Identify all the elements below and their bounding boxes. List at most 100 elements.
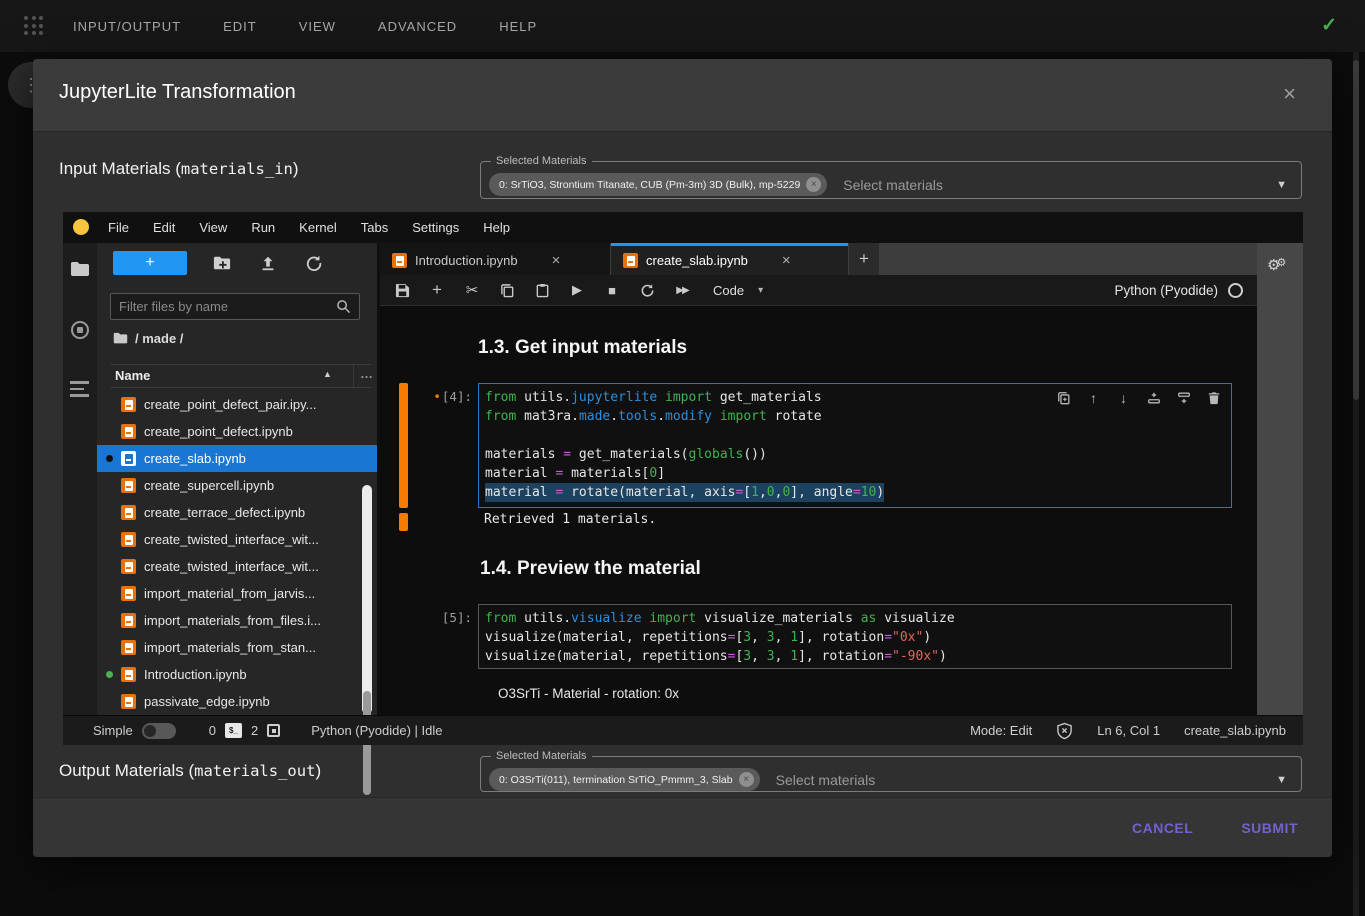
new-launcher-button[interactable]: + <box>113 251 187 275</box>
jp-menu-kernel[interactable]: Kernel <box>299 220 337 235</box>
submit-button[interactable]: SUBMIT <box>1241 820 1298 836</box>
file-list-header[interactable]: Name ▲ … <box>110 364 371 388</box>
file-row[interactable]: create_twisted_interface_wit... <box>97 526 377 553</box>
input-material-chip[interactable]: 0: SrTiO3, Strontium Titanate, CUB (Pm-3… <box>489 173 827 196</box>
cell-input-prompt: •[4]: <box>398 389 472 404</box>
simple-mode-toggle[interactable] <box>142 723 176 739</box>
menu-help[interactable]: HELP <box>499 19 537 34</box>
check-icon[interactable]: ✓ <box>1321 14 1337 37</box>
chevron-down-icon[interactable]: ▼ <box>1276 179 1287 191</box>
move-cell-down-icon[interactable]: ↓ <box>1116 390 1131 405</box>
code-cell[interactable]: from utils.visualize import visualize_ma… <box>478 604 1232 669</box>
notebook-file-icon <box>121 478 136 493</box>
file-row[interactable]: import_materials_from_stan... <box>97 634 377 661</box>
output-collapser[interactable] <box>399 513 408 531</box>
paste-cells-icon[interactable] <box>534 282 550 298</box>
delete-cell-icon[interactable] <box>1206 390 1221 405</box>
settings-gear-icon[interactable]: ⚙⚙ <box>1267 256 1286 274</box>
file-row[interactable]: import_material_from_jarvis... <box>97 580 377 607</box>
notebook-file-icon <box>121 613 136 628</box>
jupyter-menu-bar: File Edit View Run Kernel Tabs Settings … <box>63 212 1303 243</box>
sort-ascending-icon[interactable]: ▲ <box>323 369 332 379</box>
terminal-icon[interactable]: $_ <box>225 723 242 738</box>
menu-edit[interactable]: EDIT <box>223 19 257 34</box>
running-sessions-icon[interactable] <box>71 321 89 339</box>
restart-run-all-icon[interactable]: ▶▶ <box>674 282 690 298</box>
upload-icon[interactable] <box>259 254 277 272</box>
chevron-down-icon[interactable]: ▼ <box>1276 774 1287 786</box>
filter-files-input[interactable] <box>111 299 336 314</box>
jp-menu-file[interactable]: File <box>108 220 129 235</box>
selected-materials-legend: Selected Materials <box>491 750 592 762</box>
restart-kernel-icon[interactable] <box>639 282 655 298</box>
tab-create-slab[interactable]: create_slab.ipynb × <box>611 243 848 275</box>
page-scrollbar[interactable] <box>1353 52 1359 916</box>
save-icon[interactable] <box>394 282 410 298</box>
chevron-down-icon: ▾ <box>758 285 763 296</box>
insert-cell-above-icon[interactable] <box>1146 390 1161 405</box>
new-tab-button[interactable]: + <box>849 243 879 275</box>
file-row[interactable]: passivate_edge.ipynb <box>97 688 377 715</box>
active-filename[interactable]: create_slab.ipynb <box>1184 723 1286 738</box>
menu-advanced[interactable]: ADVANCED <box>378 19 457 34</box>
file-browser-icon[interactable] <box>70 259 90 279</box>
output-materials-select[interactable]: Selected Materials 0: O3SrTi(011), termi… <box>480 750 1302 792</box>
file-row[interactable]: create_supercell.ipynb <box>97 472 377 499</box>
jp-menu-edit[interactable]: Edit <box>153 220 175 235</box>
file-row[interactable]: Introduction.ipynb <box>97 661 377 688</box>
duplicate-cell-icon[interactable] <box>1056 390 1071 405</box>
activity-bar <box>63 243 97 715</box>
file-row[interactable]: create_point_defect.ipynb <box>97 418 377 445</box>
folder-icon <box>113 332 128 345</box>
menu-view[interactable]: VIEW <box>299 19 336 34</box>
close-tab-icon[interactable]: × <box>782 252 791 269</box>
jp-menu-help[interactable]: Help <box>483 220 510 235</box>
cursor-position[interactable]: Ln 6, Col 1 <box>1097 723 1160 738</box>
copy-cells-icon[interactable] <box>499 282 515 298</box>
close-tab-icon[interactable]: × <box>552 252 561 269</box>
kernel-status-text[interactable]: Python (Pyodide) | Idle <box>311 723 442 738</box>
cancel-button[interactable]: CANCEL <box>1132 820 1193 836</box>
refresh-icon[interactable] <box>305 254 323 272</box>
shield-x-icon[interactable] <box>1056 722 1073 740</box>
table-of-contents-icon[interactable] <box>70 381 90 401</box>
jp-menu-run[interactable]: Run <box>251 220 275 235</box>
new-folder-icon[interactable] <box>213 254 231 272</box>
select-materials-placeholder[interactable]: Select materials <box>776 772 876 788</box>
run-cell-icon[interactable]: ▶ <box>569 282 585 298</box>
stop-kernel-icon[interactable]: ■ <box>604 282 620 298</box>
code-cell-active[interactable]: from utils.jupyterlite import get_materi… <box>478 383 1232 508</box>
file-row[interactable]: import_materials_from_files.i... <box>97 607 377 634</box>
cut-cells-icon[interactable]: ✂ <box>464 282 480 298</box>
notebook-file-icon <box>121 532 136 547</box>
mode-indicator[interactable]: Mode: Edit <box>970 723 1032 738</box>
jp-menu-tabs[interactable]: Tabs <box>361 220 388 235</box>
kernel-indicator[interactable]: Python (Pyodide) <box>1114 283 1243 298</box>
insert-cell-icon[interactable]: + <box>429 282 445 298</box>
app-grid-icon[interactable] <box>24 16 44 36</box>
chip-delete-icon[interactable]: × <box>806 177 821 192</box>
jupyterlite-logo-icon[interactable] <box>73 219 89 235</box>
kernel-chip-icon[interactable] <box>267 724 280 737</box>
input-materials-select[interactable]: Selected Materials 0: SrTiO3, Strontium … <box>480 155 1302 199</box>
breadcrumb[interactable]: / made / <box>113 331 183 346</box>
notebook-file-icon <box>121 694 136 709</box>
notebook-content[interactable]: 1.3. Get input materials •[4]: from util… <box>380 306 1257 715</box>
file-row[interactable]: create_twisted_interface_wit... <box>97 553 377 580</box>
file-row[interactable]: create_terrace_defect.ipynb <box>97 499 377 526</box>
chip-delete-icon[interactable]: × <box>739 772 754 787</box>
jp-menu-settings[interactable]: Settings <box>412 220 459 235</box>
select-materials-placeholder[interactable]: Select materials <box>843 177 943 193</box>
move-cell-up-icon[interactable]: ↑ <box>1086 390 1101 405</box>
file-list-scrollbar[interactable] <box>362 485 372 714</box>
header-more-icon[interactable]: … <box>360 366 373 381</box>
output-material-chip[interactable]: 0: O3SrTi(011), termination SrTiO_Pmmm_3… <box>489 768 760 791</box>
cell-type-dropdown[interactable]: Code ▾ <box>713 283 763 298</box>
menu-input-output[interactable]: INPUT/OUTPUT <box>73 19 181 34</box>
insert-cell-below-icon[interactable] <box>1176 390 1191 405</box>
jp-menu-view[interactable]: View <box>199 220 227 235</box>
tab-introduction[interactable]: Introduction.ipynb × <box>380 243 610 275</box>
file-row[interactable]: create_point_defect_pair.ipy... <box>97 391 377 418</box>
file-row-selected[interactable]: create_slab.ipynb <box>97 445 377 472</box>
close-icon[interactable]: × <box>1283 83 1296 105</box>
